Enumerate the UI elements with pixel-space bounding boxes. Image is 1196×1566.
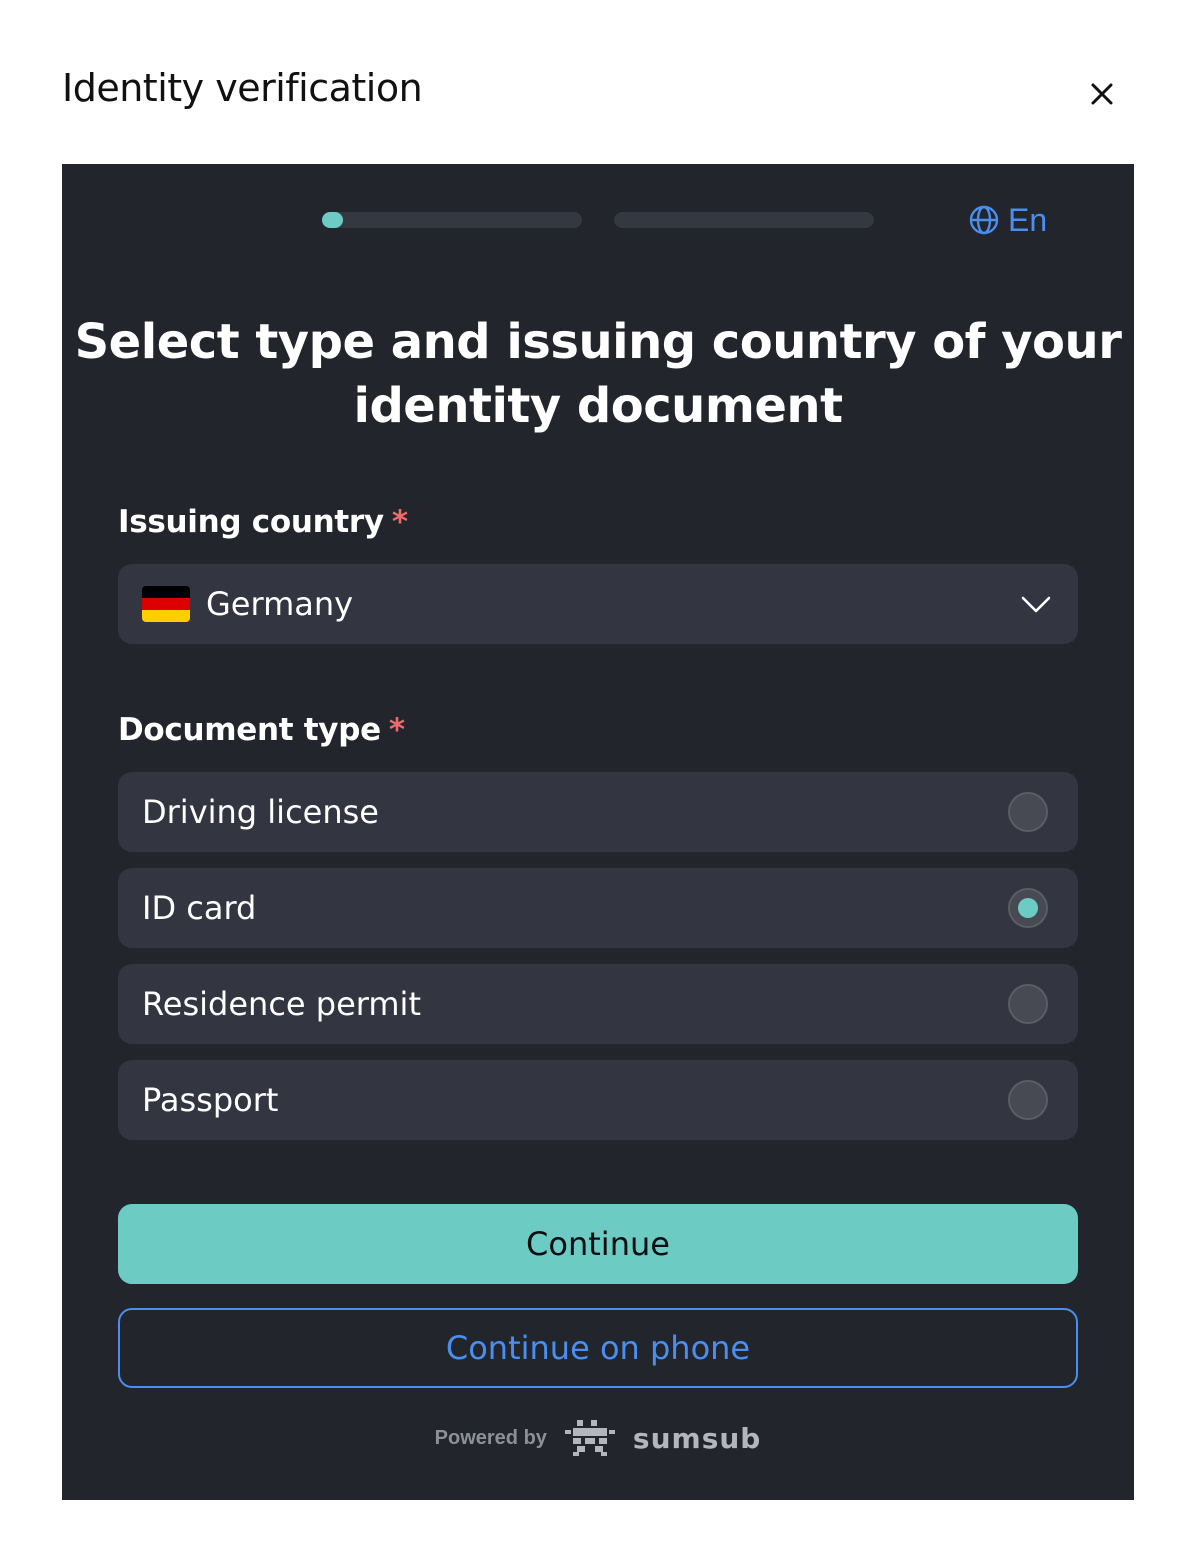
option-id-card[interactable]: ID card [118,868,1078,948]
required-mark: * [391,504,408,540]
germany-flag-icon [142,586,190,622]
chevron-down-icon [1021,596,1051,613]
sumsub-logo-icon [564,1420,615,1456]
radio-selected-dot [1018,898,1038,918]
country-select[interactable]: Germany [118,564,1078,644]
language-selector[interactable]: En [968,200,1047,240]
close-button[interactable] [1082,74,1122,114]
progress-step-2 [614,212,874,228]
heading-line-1: Select type and issuing country of your [74,314,1122,370]
flag-stripe-red [142,598,190,610]
radio-button[interactable] [1008,792,1048,832]
radio-button[interactable] [1008,984,1048,1024]
option-passport[interactable]: Passport [118,1060,1078,1140]
radio-button[interactable] [1008,888,1048,928]
flag-stripe-black [142,586,190,598]
page-heading: Select type and issuing country of your … [62,310,1134,438]
document-type-label: Document type * [118,712,405,748]
issuing-country-label-text: Issuing country [118,504,384,540]
verification-panel: En Select type and issuing country of yo… [62,164,1134,1500]
document-type-label-text: Document type [118,712,381,748]
continue-button[interactable]: Continue [118,1204,1078,1284]
brand-name: sumsub [632,1421,762,1455]
flag-stripe-gold [142,610,190,622]
progress-step-1-fill [322,212,343,228]
continue-on-phone-button[interactable]: Continue on phone [118,1308,1078,1388]
option-driving-license[interactable]: Driving license [118,772,1078,852]
modal-title: Identity verification [62,66,423,110]
progress-step-1 [322,212,582,228]
heading-line-2: identity document [353,378,843,434]
issuing-country-label: Issuing country * [118,504,408,540]
powered-by-footer: Powered by sumsub [62,1418,1134,1458]
language-label: En [1008,201,1048,238]
option-label: Driving license [142,793,379,831]
option-label: Residence permit [142,985,421,1023]
required-mark: * [388,712,405,748]
option-residence-permit[interactable]: Residence permit [118,964,1078,1044]
radio-button[interactable] [1008,1080,1048,1120]
powered-by-text: Powered by [434,1426,547,1449]
close-icon [1091,83,1113,105]
country-select-value: Germany [206,585,354,623]
option-label: ID card [142,889,257,927]
option-label: Passport [142,1081,279,1119]
globe-icon [969,205,999,235]
